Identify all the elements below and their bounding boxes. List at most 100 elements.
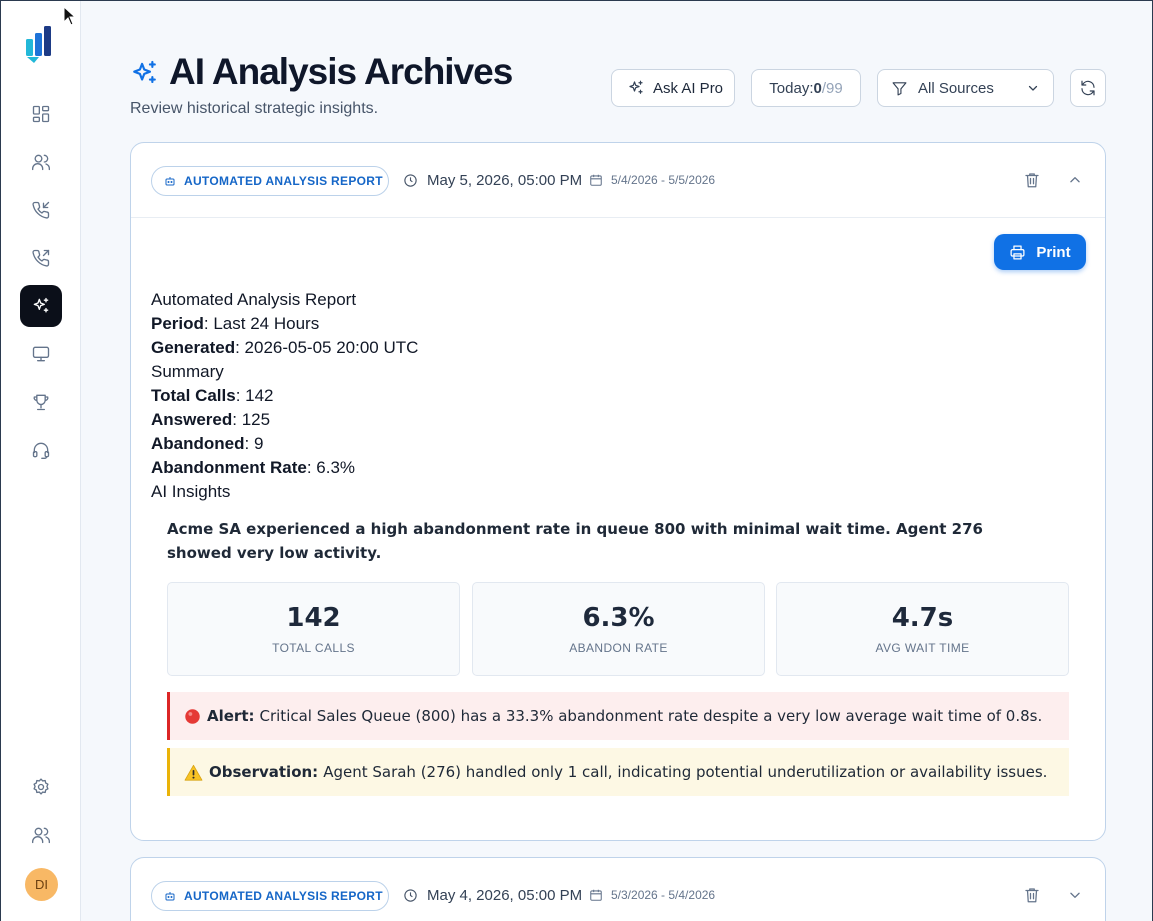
total-calls-line: Total Calls: 142: [151, 386, 274, 405]
chevron-down-icon: [1028, 85, 1038, 91]
report-range-text: 5/3/2026 - 5/4/2026: [611, 888, 716, 902]
ai-insight-summary: Acme SA experienced a high abandonment r…: [167, 520, 983, 562]
outgoing-call-icon: [32, 249, 50, 267]
headset-icon: [32, 442, 50, 459]
users-icon: [31, 154, 50, 171]
period-line: Period: Last 24 Hours: [151, 314, 320, 333]
page-subtitle: Review historical strategic insights.: [130, 100, 379, 117]
daily-usage-counter: Today: 0/99: [751, 69, 861, 107]
sources-filter-value: All Sources: [918, 79, 994, 97]
mouse-cursor-icon: [63, 6, 77, 26]
refresh-button[interactable]: [1070, 69, 1106, 107]
expand-report-button[interactable]: [1067, 888, 1083, 902]
incoming-call-icon: [32, 201, 50, 219]
nav-outgoing-calls[interactable]: [20, 237, 62, 279]
ask-ai-pro-label: Ask AI Pro: [653, 79, 724, 97]
ai-sparkles-icon: [33, 297, 49, 313]
observation-label: Observation:: [209, 763, 319, 781]
clock-icon: [404, 889, 417, 902]
stat-label: AVG WAIT TIME: [875, 641, 970, 655]
report-datetime-text: May 4, 2026, 05:00 PM: [427, 887, 583, 904]
robot-icon: [165, 177, 175, 186]
summary-heading: Summary: [151, 362, 224, 381]
stat-card: 142 TOTAL CALLS: [167, 582, 460, 676]
chevron-up-icon: [1070, 177, 1080, 183]
report-type-label: AUTOMATED ANALYSIS REPORT: [184, 174, 383, 188]
nav-users[interactable]: [20, 141, 62, 183]
stat-value: 4.7s: [891, 603, 954, 633]
nav-incoming-calls[interactable]: [20, 189, 62, 231]
nav-leaderboard[interactable]: [20, 381, 62, 423]
trash-icon: [1025, 888, 1039, 903]
today-limit: /99: [821, 79, 843, 97]
calendar-icon: [590, 174, 602, 186]
monitor-icon: [32, 346, 50, 362]
report-heading: Automated Analysis Report: [151, 290, 357, 309]
delete-report-button[interactable]: [1023, 885, 1041, 905]
report-card-header[interactable]: AUTOMATED ANALYSIS REPORT May 5, 2026, 0…: [131, 143, 1105, 218]
filter-icon: [892, 81, 907, 95]
app-logo[interactable]: [23, 23, 61, 65]
observation-text: Agent Sarah (276) handled only 1 call, i…: [323, 763, 1048, 781]
report-type-label: AUTOMATED ANALYSIS REPORT: [184, 889, 383, 903]
clock-icon: [404, 174, 417, 187]
refresh-icon: [1081, 80, 1095, 96]
ai-sparkles-icon: [629, 80, 643, 94]
stat-label: ABANDON RATE: [569, 641, 668, 655]
trash-icon: [1025, 173, 1039, 188]
today-used: 0: [813, 79, 822, 97]
alert-text: Critical Sales Queue (800) has a 33.3% a…: [259, 707, 1043, 725]
nav-support[interactable]: [20, 429, 62, 471]
stat-card: 6.3% ABANDON RATE: [472, 582, 765, 676]
dashboard-icon: [32, 105, 50, 123]
alert-label: Alert:: [207, 707, 255, 725]
report-range-text: 5/4/2026 - 5/5/2026: [611, 173, 716, 187]
report-range: 5/3/2026 - 5/4/2026: [589, 888, 715, 902]
nav-monitor[interactable]: [20, 333, 62, 375]
abandonment-rate-line: Abandonment Rate: 6.3%: [151, 458, 356, 477]
report-datetime: May 5, 2026, 05:00 PM: [403, 172, 582, 189]
robot-icon: [165, 892, 175, 901]
observation-callout: Observation: Agent Sarah (276) handled o…: [167, 748, 1069, 796]
sources-filter-select[interactable]: All Sources: [877, 69, 1054, 107]
ask-ai-pro-button[interactable]: Ask AI Pro: [611, 69, 735, 107]
report-datetime-text: May 5, 2026, 05:00 PM: [427, 172, 583, 189]
printer-icon: [1010, 244, 1025, 260]
warning-icon: [184, 764, 203, 781]
stat-label: TOTAL CALLS: [272, 641, 355, 655]
chevron-down-icon: [1070, 892, 1080, 898]
calendar-icon: [590, 889, 602, 901]
print-label: Print: [1036, 243, 1071, 261]
stat-value: 142: [286, 603, 341, 633]
nav-settings[interactable]: [20, 766, 62, 808]
nav-ai-analysis[interactable]: [20, 285, 62, 327]
app-window: DI AI Analysis Archives Review historica…: [0, 0, 1153, 921]
report-type-badge: AUTOMATED ANALYSIS REPORT: [151, 166, 389, 196]
red-circle-icon: [184, 708, 201, 725]
trophy-icon: [33, 394, 49, 411]
ai-sparkles-icon: [133, 60, 156, 84]
team-icon: [31, 827, 50, 844]
print-button[interactable]: Print: [994, 234, 1086, 270]
settings-icon: [33, 778, 49, 795]
sidebar: DI: [1, 1, 81, 921]
report-card: AUTOMATED ANALYSIS REPORT May 5, 2026, 0…: [130, 142, 1106, 841]
collapse-report-button[interactable]: [1067, 173, 1083, 187]
delete-report-button[interactable]: [1023, 170, 1041, 190]
alert-callout: Alert: Critical Sales Queue (800) has a …: [167, 692, 1069, 740]
abandoned-line: Abandoned: 9: [151, 434, 264, 453]
report-card-header[interactable]: AUTOMATED ANALYSIS REPORT May 4, 2026, 0…: [131, 858, 1105, 921]
generated-line: Generated: 2026-05-05 20:00 UTC: [151, 338, 419, 357]
stat-card: 4.7s AVG WAIT TIME: [776, 582, 1069, 676]
nav-dashboard[interactable]: [20, 93, 62, 135]
report-body: Automated Analysis Report Period: Last 2…: [151, 288, 418, 504]
page-title: AI Analysis Archives: [169, 51, 513, 92]
report-datetime: May 4, 2026, 05:00 PM: [403, 887, 582, 904]
answered-line: Answered: 125: [151, 410, 271, 429]
today-label: Today:: [769, 79, 814, 97]
ai-insights-heading: AI Insights: [151, 482, 231, 501]
user-avatar[interactable]: DI: [25, 868, 58, 901]
nav-team[interactable]: [20, 814, 62, 856]
stat-value: 6.3%: [582, 603, 655, 633]
report-card: AUTOMATED ANALYSIS REPORT May 4, 2026, 0…: [130, 857, 1106, 921]
